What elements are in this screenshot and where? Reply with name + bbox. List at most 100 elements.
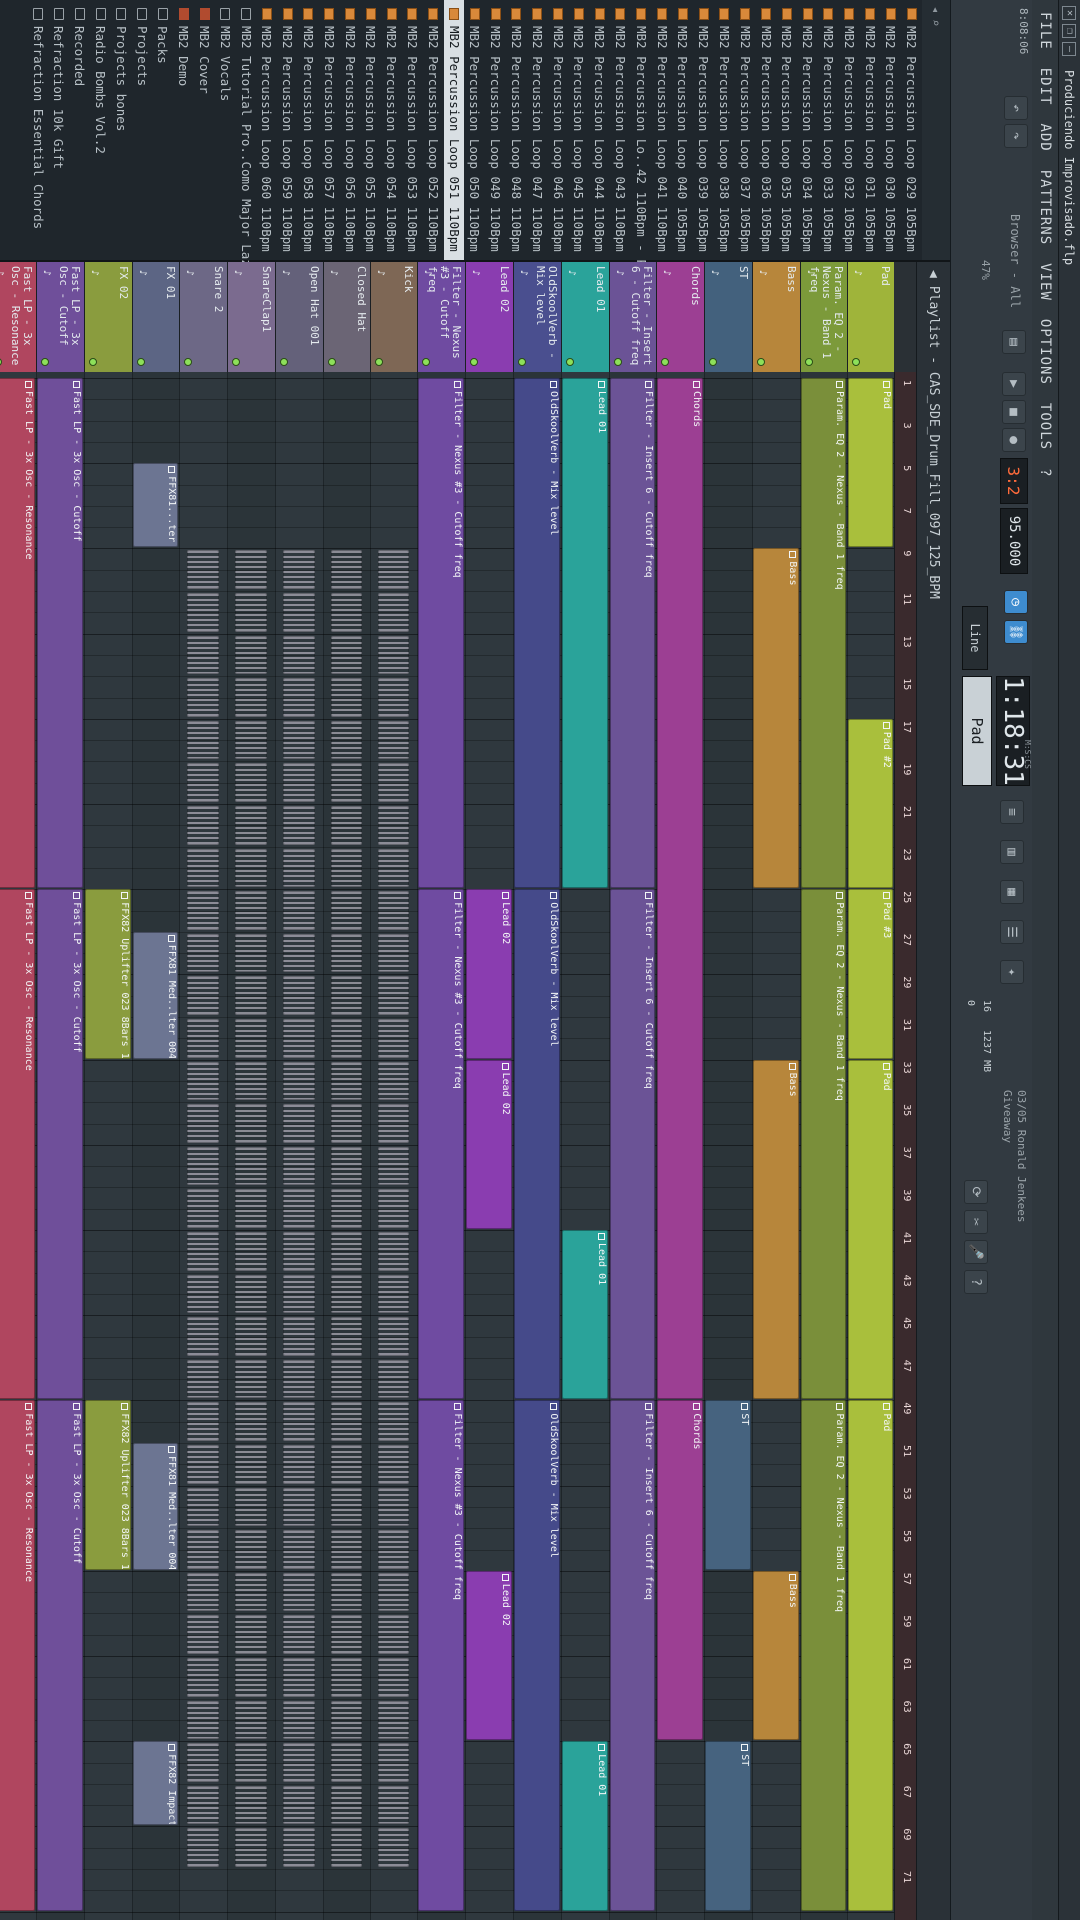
drum-pattern-clip[interactable] [378, 1019, 409, 1058]
drum-pattern-clip[interactable] [235, 1146, 267, 1186]
drum-pattern-clip[interactable] [331, 1700, 362, 1740]
clip-menu-icon[interactable] [598, 1744, 606, 1752]
menu-edit[interactable]: EDIT [1037, 60, 1053, 114]
browser-item[interactable]: MB2 Vocals [215, 0, 236, 260]
browser-item[interactable]: Refraction 10k Gift [49, 0, 70, 260]
track-lane[interactable] [84, 372, 132, 1920]
browser-item[interactable]: MB2 Percussion Loop 043 110Bpm [610, 0, 631, 260]
restore-icon[interactable]: ❐ [1062, 24, 1077, 38]
drum-pattern-clip[interactable] [187, 848, 219, 888]
playlist-clip[interactable]: FFX81 Med..lter 004 [133, 931, 178, 1059]
mic-icon[interactable]: 🎤 [964, 1240, 988, 1264]
clip-menu-icon[interactable] [645, 892, 653, 900]
drum-pattern-clip[interactable] [187, 806, 219, 845]
plugin-icon[interactable]: ✦ [1000, 960, 1024, 984]
browser-item[interactable]: MB2 Percussion Loop 054 110Bpm [381, 0, 402, 260]
drum-pattern-clip[interactable] [235, 763, 267, 802]
drum-pattern-clip[interactable] [331, 1572, 362, 1612]
drum-pattern-clip[interactable] [378, 635, 409, 675]
drum-pattern-clip[interactable] [187, 635, 219, 675]
drum-pattern-clip[interactable] [235, 1232, 267, 1271]
clip-menu-icon[interactable] [550, 1403, 558, 1411]
drum-pattern-clip[interactable] [283, 1232, 315, 1271]
menu-patterns[interactable]: PATTERNS [1037, 162, 1053, 253]
drum-pattern-clip[interactable] [283, 763, 315, 802]
drum-pattern-clip[interactable] [283, 678, 315, 717]
drum-pattern-clip[interactable] [187, 1487, 219, 1527]
drum-pattern-clip[interactable] [187, 1530, 219, 1569]
playlist-clip[interactable]: Bass [753, 1059, 799, 1400]
playlist-clip[interactable]: FFX81...ter 004 [133, 463, 178, 548]
drum-pattern-clip[interactable] [283, 1317, 315, 1356]
drum-pattern-clip[interactable] [331, 1232, 362, 1271]
drum-pattern-clip[interactable] [378, 763, 409, 802]
track-header[interactable]: Open Hat 001 ♪ [275, 262, 323, 372]
track-enable-led[interactable] [566, 358, 574, 366]
drum-pattern-clip[interactable] [187, 1572, 219, 1612]
clip-menu-icon[interactable] [454, 1403, 462, 1411]
link-icon[interactable]: ⛓ [1004, 620, 1028, 644]
playlist-clip[interactable]: Chords [657, 1400, 703, 1741]
clip-menu-icon[interactable] [168, 1446, 176, 1453]
browser-item[interactable]: Recorded [69, 0, 90, 260]
clip-menu-icon[interactable] [168, 466, 176, 474]
drum-pattern-clip[interactable] [331, 1530, 362, 1569]
browser-item[interactable]: MB2 Percussion Loop 055 110Bpm [360, 0, 381, 260]
playlist-clip[interactable]: Lead 01 [562, 378, 608, 889]
drum-pattern-clip[interactable] [187, 763, 219, 802]
clip-menu-icon[interactable] [73, 892, 81, 900]
drum-pattern-clip[interactable] [378, 1785, 409, 1825]
drum-pattern-clip[interactable] [331, 593, 362, 632]
drum-pattern-clip[interactable] [283, 1615, 315, 1654]
drum-pattern-clip[interactable] [187, 1700, 219, 1740]
track-header[interactable]: Bass ♪ [752, 262, 800, 372]
playlist-icon[interactable]: ≡ [1000, 800, 1024, 824]
drum-pattern-clip[interactable] [378, 1274, 409, 1314]
track-header[interactable]: Filter - Insert 6 - Cutoff freq ♪ [609, 262, 656, 372]
clip-menu-icon[interactable] [73, 381, 81, 388]
track-header[interactable]: FX 02 ♪ [84, 262, 132, 372]
menu-tools[interactable]: TOOLS [1037, 395, 1053, 458]
playlist-clip[interactable]: ST [705, 1400, 751, 1570]
clip-menu-icon[interactable] [121, 892, 129, 900]
playlist-clip[interactable]: Lead 02 [466, 889, 512, 1059]
drum-pattern-clip[interactable] [187, 976, 219, 1015]
metronome-icon[interactable]: ◷ [1004, 590, 1028, 614]
drum-pattern-clip[interactable] [235, 1743, 267, 1782]
drum-pattern-clip[interactable] [187, 1189, 219, 1228]
snap-select[interactable]: Line [962, 606, 988, 670]
track-header[interactable]: FX 01 ♪ [132, 262, 179, 372]
drum-pattern-clip[interactable] [378, 678, 409, 717]
mixer-icon[interactable]: ☰ [1000, 920, 1024, 944]
drum-pattern-clip[interactable] [283, 976, 315, 1015]
track-header[interactable]: Param. EQ 2 - Nexus - Band 1 freq ♪ [800, 262, 847, 372]
browser-item[interactable]: MB2 Percussion Loop 048 110Bpm [506, 0, 527, 260]
menu-help[interactable]: ? [1037, 460, 1053, 485]
playlist-clip[interactable]: Pad #3 [848, 889, 893, 1059]
drum-pattern-clip[interactable] [187, 1828, 219, 1867]
drum-pattern-clip[interactable] [235, 1530, 267, 1569]
playlist-clip[interactable]: Filter - Insert 6 - Cutoff freq [610, 378, 655, 889]
track-header[interactable]: Pad ♪ [847, 262, 894, 372]
browser-item[interactable]: MB2 Cover [194, 0, 215, 260]
drum-pattern-clip[interactable] [331, 1445, 362, 1484]
drum-pattern-clip[interactable] [378, 1317, 409, 1356]
drum-pattern-clip[interactable] [235, 1445, 267, 1484]
drum-pattern-clip[interactable] [378, 1658, 409, 1697]
browser-item[interactable]: MB2 Percussion Loop 046 110Bpm [548, 0, 569, 260]
drum-pattern-clip[interactable] [378, 1359, 409, 1399]
drum-pattern-clip[interactable] [187, 720, 219, 760]
playlist-clip[interactable]: Param. EQ 2 - Nexus - Band 1 freq [801, 1400, 846, 1911]
browser-arrow-icon[interactable]: ◂ [929, 6, 943, 13]
clip-menu-icon[interactable] [883, 721, 891, 729]
playlist-clip[interactable]: Param. EQ 2 - Nexus - Band 1 freq [801, 889, 846, 1400]
drum-pattern-clip[interactable] [378, 1743, 409, 1782]
drum-pattern-clip[interactable] [187, 1317, 219, 1356]
clip-menu-icon[interactable] [883, 1062, 891, 1070]
browser-item[interactable]: MB2 Percussion Loop 056 110Bpm [340, 0, 361, 260]
browser-item[interactable]: Packs [153, 0, 174, 260]
drum-pattern-clip[interactable] [331, 1317, 362, 1356]
drum-pattern-clip[interactable] [283, 1274, 315, 1314]
drum-pattern-clip[interactable] [283, 1700, 315, 1740]
browser-item[interactable]: Radio Bombs Vol.2 [90, 0, 111, 260]
